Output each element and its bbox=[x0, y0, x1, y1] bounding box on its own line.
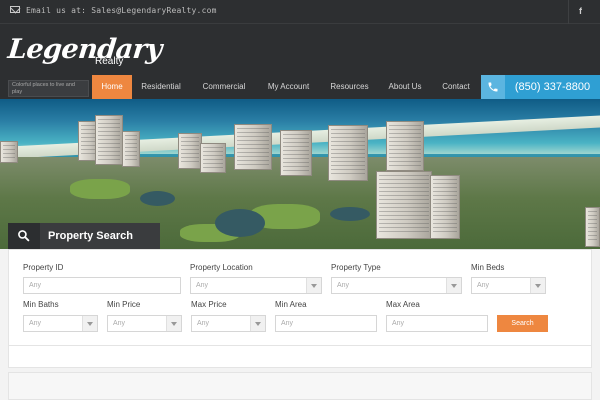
nav-contact[interactable]: Contact bbox=[436, 75, 476, 99]
max-area-input[interactable]: Any bbox=[386, 315, 488, 332]
contact-email[interactable]: Email us at: Sales@LegendaryRealty.com bbox=[26, 6, 217, 15]
phone-icon[interactable] bbox=[481, 75, 505, 99]
divider bbox=[568, 0, 569, 24]
property-id-label: Property ID bbox=[23, 263, 64, 272]
hero-building bbox=[430, 175, 460, 239]
max-price-select[interactable]: Any bbox=[191, 315, 266, 332]
property-id-input[interactable]: Any bbox=[23, 277, 181, 294]
nav-residential[interactable]: Residential bbox=[134, 75, 188, 99]
tagline: Colorful places to live and play bbox=[8, 80, 89, 97]
property-location-label: Property Location bbox=[190, 263, 253, 272]
max-price-label: Max Price bbox=[191, 300, 227, 309]
property-type-label: Property Type bbox=[331, 263, 381, 272]
hero-pond bbox=[330, 207, 370, 221]
nav-commercial[interactable]: Commercial bbox=[194, 75, 254, 99]
hero-building bbox=[376, 171, 432, 239]
property-search-label: Property Search bbox=[48, 230, 133, 242]
content-section bbox=[8, 372, 592, 400]
min-baths-label: Min Baths bbox=[23, 300, 59, 309]
hero-building bbox=[585, 207, 600, 247]
hero-building bbox=[0, 141, 18, 163]
envelope-icon bbox=[10, 6, 20, 13]
search-icon bbox=[8, 223, 40, 249]
min-price-label: Min Price bbox=[107, 300, 141, 309]
min-beds-select[interactable]: Any bbox=[471, 277, 546, 294]
nav-resources[interactable]: Resources bbox=[324, 75, 375, 99]
min-baths-select[interactable]: Any bbox=[23, 315, 98, 332]
logo-subtitle: Realty bbox=[95, 56, 124, 67]
hero-building bbox=[95, 115, 123, 165]
hero-building bbox=[178, 133, 202, 169]
main-nav: Colorful places to live and play Home Re… bbox=[0, 75, 600, 99]
facebook-icon[interactable]: f bbox=[579, 6, 582, 16]
hero-building bbox=[328, 125, 368, 181]
property-search-tab[interactable]: Property Search bbox=[8, 223, 160, 249]
min-price-select[interactable]: Any bbox=[107, 315, 182, 332]
nav-home[interactable]: Home bbox=[92, 75, 132, 99]
top-bar: Email us at: Sales@LegendaryRealty.com f bbox=[0, 0, 600, 24]
site-header: Legendary Realty bbox=[0, 24, 600, 75]
nav-about-us[interactable]: About Us bbox=[382, 75, 428, 99]
hero-pond bbox=[215, 209, 265, 237]
min-area-label: Min Area bbox=[275, 300, 307, 309]
logo[interactable]: Legendary bbox=[6, 34, 163, 65]
max-area-label: Max Area bbox=[386, 300, 420, 309]
hero-pond bbox=[140, 191, 175, 206]
hero-building bbox=[386, 121, 424, 171]
search-panel-footer bbox=[8, 346, 592, 368]
min-area-input[interactable]: Any bbox=[275, 315, 377, 332]
hero-building bbox=[234, 124, 272, 170]
search-button[interactable]: Search bbox=[497, 315, 548, 332]
nav-my-account[interactable]: My Account bbox=[260, 75, 317, 99]
hero-building bbox=[200, 143, 226, 173]
min-beds-label: Min Beds bbox=[471, 263, 505, 272]
hero-building bbox=[122, 131, 140, 167]
property-type-select[interactable]: Any bbox=[331, 277, 462, 294]
phone-number[interactable]: (850) 337-8800 bbox=[505, 75, 600, 99]
hero-building bbox=[280, 130, 312, 176]
property-location-select[interactable]: Any bbox=[190, 277, 322, 294]
hero-lawn bbox=[70, 179, 130, 199]
